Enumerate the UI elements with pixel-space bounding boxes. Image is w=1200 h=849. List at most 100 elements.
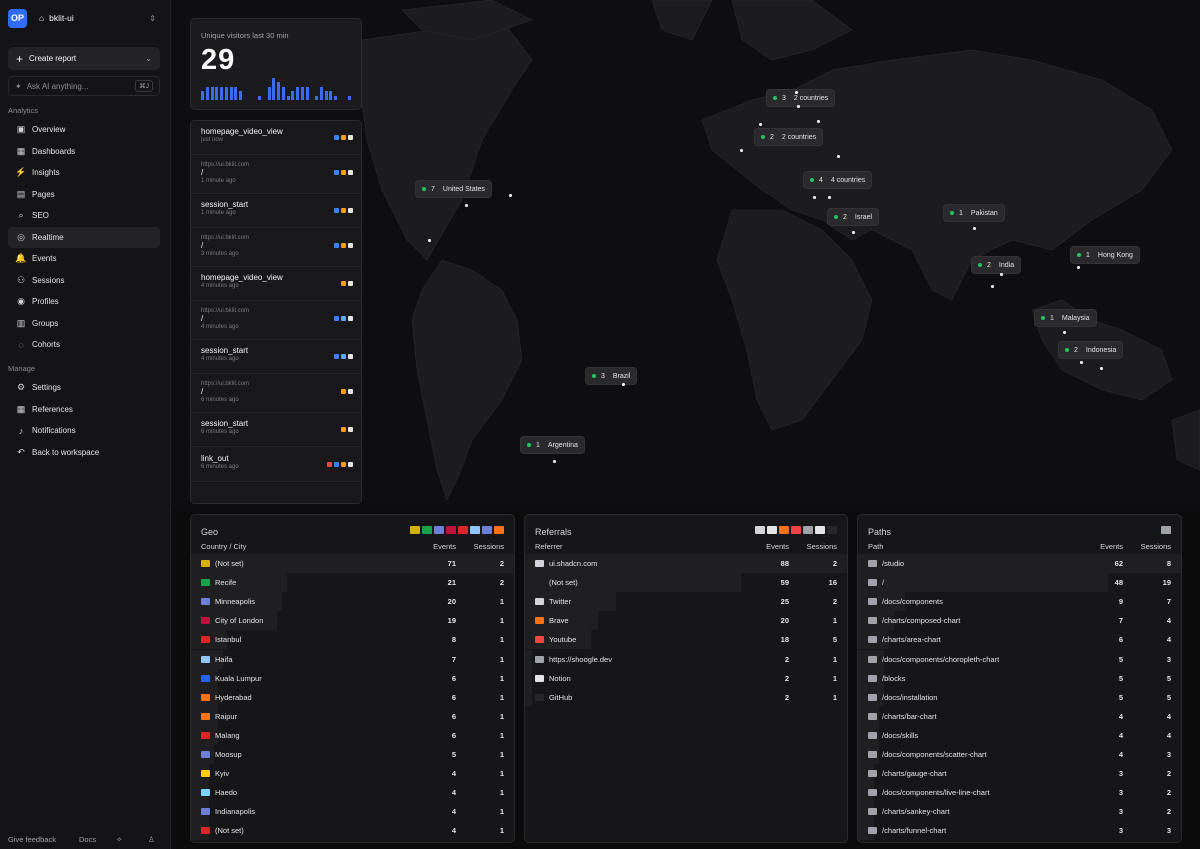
sidebar-item-groups[interactable]: ▥ Groups bbox=[8, 313, 160, 334]
table-row[interactable]: /charts/area-chart 6 4 bbox=[858, 630, 1181, 650]
table-row[interactable]: / 48 19 bbox=[858, 573, 1181, 593]
column-header[interactable]: Path bbox=[868, 542, 883, 551]
map-marker[interactable]: 2 2 countries bbox=[755, 129, 823, 145]
user-icon[interactable]: ♙ bbox=[148, 835, 155, 844]
table-row[interactable]: /docs/installation 5 5 bbox=[858, 687, 1181, 707]
table-row[interactable]: /blocks 5 5 bbox=[858, 668, 1181, 688]
table-row[interactable]: Hyderabad 6 1 bbox=[191, 687, 514, 707]
sidebar-item-events[interactable]: 🔔 Events bbox=[8, 248, 160, 269]
table-row[interactable]: Notion 2 1 bbox=[525, 668, 847, 688]
visitors-bar bbox=[258, 95, 261, 100]
table-row[interactable]: City of London 19 1 bbox=[191, 611, 514, 631]
table-row[interactable]: /studio 62 8 bbox=[858, 554, 1181, 573]
column-header[interactable]: Sessions bbox=[474, 542, 504, 551]
feed-item[interactable]: session_start 6 minutes ago bbox=[191, 413, 361, 447]
table-row[interactable]: (Not set) 71 2 bbox=[191, 554, 514, 573]
sidebar-item-overview[interactable]: ▣ Overview bbox=[8, 119, 160, 140]
column-header[interactable]: Referrer bbox=[535, 542, 563, 551]
table-row[interactable]: /charts/gauge-chart 3 2 bbox=[858, 764, 1181, 784]
cohorts-icon: ◌ bbox=[18, 339, 24, 350]
sidebar-item-pages[interactable]: ▤ Pages bbox=[8, 184, 160, 205]
source-icon bbox=[422, 526, 432, 534]
table-row[interactable]: Malang 6 1 bbox=[191, 725, 514, 745]
table-row[interactable]: Istanbul 8 1 bbox=[191, 630, 514, 650]
map-marker[interactable]: 3 Brazil bbox=[586, 368, 637, 384]
table-row[interactable]: (Not set) 59 16 bbox=[525, 573, 847, 593]
feed-item[interactable]: https://ui.bklit.com/1 minute ago bbox=[191, 156, 361, 194]
table-row[interactable]: /charts/funnel-chart 3 3 bbox=[858, 821, 1181, 841]
table-row[interactable]: https://shoogle.dev 2 1 bbox=[525, 649, 847, 669]
table-row[interactable]: /docs/components/live-line-chart 3 2 bbox=[858, 783, 1181, 803]
table-row[interactable]: Youtube 18 5 bbox=[525, 630, 847, 650]
table-row[interactable]: /docs/components 9 7 bbox=[858, 592, 1181, 612]
sidebar-item-insights[interactable]: ⚡ Insights bbox=[8, 162, 160, 183]
column-header[interactable]: Events bbox=[433, 542, 456, 551]
give-feedback-link[interactable]: Give feedback bbox=[8, 835, 56, 844]
sparkle-icon[interactable]: ✧ bbox=[116, 835, 122, 844]
column-header[interactable]: Sessions bbox=[807, 542, 837, 551]
column-header[interactable]: Events bbox=[1100, 542, 1123, 551]
feed-item[interactable]: https://ui.bklit.com/3 minutes ago bbox=[191, 229, 361, 267]
feed-item[interactable]: homepage_video_view just now bbox=[191, 121, 361, 155]
sidebar-item-settings[interactable]: ⚙ Settings bbox=[8, 377, 160, 398]
sparkle-icon: ✦ bbox=[15, 81, 22, 91]
sidebar-item-notifications[interactable]: ♪ Notifications bbox=[8, 420, 160, 441]
sidebar-item-realtime[interactable]: ◎ Realtime bbox=[8, 226, 160, 248]
table-row[interactable]: /charts/bar-chart 4 4 bbox=[858, 706, 1181, 726]
table-row[interactable]: Minneapolis 20 1 bbox=[191, 592, 514, 612]
ask-ai-input[interactable]: ✦ Ask AI anything... ⌘J bbox=[8, 76, 160, 96]
sidebar-item-cohorts[interactable]: ◌ Cohorts bbox=[8, 334, 160, 355]
overview-icon: ▣ bbox=[16, 124, 26, 134]
column-header[interactable]: Events bbox=[766, 542, 789, 551]
table-row[interactable]: Brave 20 1 bbox=[525, 611, 847, 631]
table-row[interactable]: Kyiv 4 1 bbox=[191, 764, 514, 784]
row-sessions: 1 bbox=[499, 826, 504, 836]
table-row[interactable]: ui.shadcn.com 88 2 bbox=[525, 554, 847, 573]
table-row[interactable]: Moosup 5 1 bbox=[191, 745, 514, 764]
table-row[interactable]: Haedo 4 1 bbox=[191, 783, 514, 803]
sidebar-item-sessions[interactable]: ⚇ Sessions bbox=[8, 270, 160, 291]
feed-item[interactable]: link_out 6 minutes ago bbox=[191, 448, 361, 482]
table-row[interactable]: /charts/sankey-chart 3 2 bbox=[858, 802, 1181, 822]
workspace-switcher[interactable]: OP ⌂ bklit-ui ⇕ bbox=[8, 8, 160, 28]
docs-link[interactable]: Docs bbox=[79, 835, 96, 844]
table-row[interactable]: Haifa 7 1 bbox=[191, 649, 514, 669]
map-marker[interactable]: 3 2 countries bbox=[767, 90, 835, 106]
sidebar-item-references[interactable]: ▦ References bbox=[8, 399, 160, 420]
table-row[interactable]: Kuala Lumpur 6 1 bbox=[191, 668, 514, 688]
map-marker[interactable]: 1 Argentina bbox=[521, 437, 584, 453]
feed-item[interactable]: https://ui.bklit.com/4 minutes ago bbox=[191, 302, 361, 340]
map-marker[interactable]: 1 Pakistan bbox=[944, 205, 1004, 221]
feed-item[interactable]: session_start 1 minute ago bbox=[191, 194, 361, 228]
sidebar-item-back-to-workspace[interactable]: ↶ Back to workspace bbox=[8, 442, 160, 463]
sidebar-item-seo[interactable]: ⌕ SEO bbox=[8, 205, 160, 226]
feed-item[interactable]: https://ui.bklit.com/6 minutes ago bbox=[191, 375, 361, 413]
map-marker[interactable]: 4 4 countries bbox=[804, 172, 872, 188]
table-row[interactable]: (Not set) 4 1 bbox=[191, 821, 514, 841]
create-report-button[interactable]: + Create report ⌄ bbox=[8, 47, 160, 70]
map-marker[interactable]: 1 Hong Kong bbox=[1071, 247, 1139, 263]
sidebar-item-profiles[interactable]: ◉ Profiles bbox=[8, 291, 160, 312]
table-row[interactable]: Indianapolis 4 1 bbox=[191, 802, 514, 822]
sidebar-item-dashboards[interactable]: ▦ Dashboards bbox=[8, 141, 160, 162]
table-row[interactable]: Recife 21 2 bbox=[191, 573, 514, 593]
table-row[interactable]: /charts/composed-chart 7 4 bbox=[858, 611, 1181, 631]
map-marker[interactable]: 2 Indonesia bbox=[1059, 342, 1123, 358]
column-header[interactable]: Sessions bbox=[1141, 542, 1171, 551]
table-row[interactable]: /docs/skills 4 4 bbox=[858, 725, 1181, 745]
map-marker[interactable]: 2 Israel bbox=[828, 209, 879, 225]
table-row[interactable]: /docs/components/scatter-chart 4 3 bbox=[858, 745, 1181, 764]
map-marker[interactable]: 1 Malaysia bbox=[1035, 310, 1096, 326]
map-marker[interactable]: 2 India bbox=[972, 257, 1021, 273]
row-label: /charts/gauge-chart bbox=[882, 769, 947, 779]
table-row[interactable]: GitHub 2 1 bbox=[525, 687, 847, 707]
table-row[interactable]: Raipur 6 1 bbox=[191, 706, 514, 726]
map-marker[interactable]: 7 United States bbox=[416, 181, 491, 197]
realtime-event-feed[interactable]: homepage_video_view just now https://ui.bk… bbox=[190, 120, 362, 504]
feed-item[interactable]: homepage_video_view 4 minutes ago bbox=[191, 267, 361, 301]
table-row[interactable]: Twitter 25 2 bbox=[525, 592, 847, 612]
feed-item[interactable]: session_start 4 minutes ago bbox=[191, 340, 361, 374]
project-selector[interactable]: ⌂ bklit-ui ⇕ bbox=[35, 8, 160, 28]
table-row[interactable]: /docs/components/choropleth-chart 5 3 bbox=[858, 649, 1181, 669]
column-header[interactable]: Country / City bbox=[201, 542, 246, 551]
